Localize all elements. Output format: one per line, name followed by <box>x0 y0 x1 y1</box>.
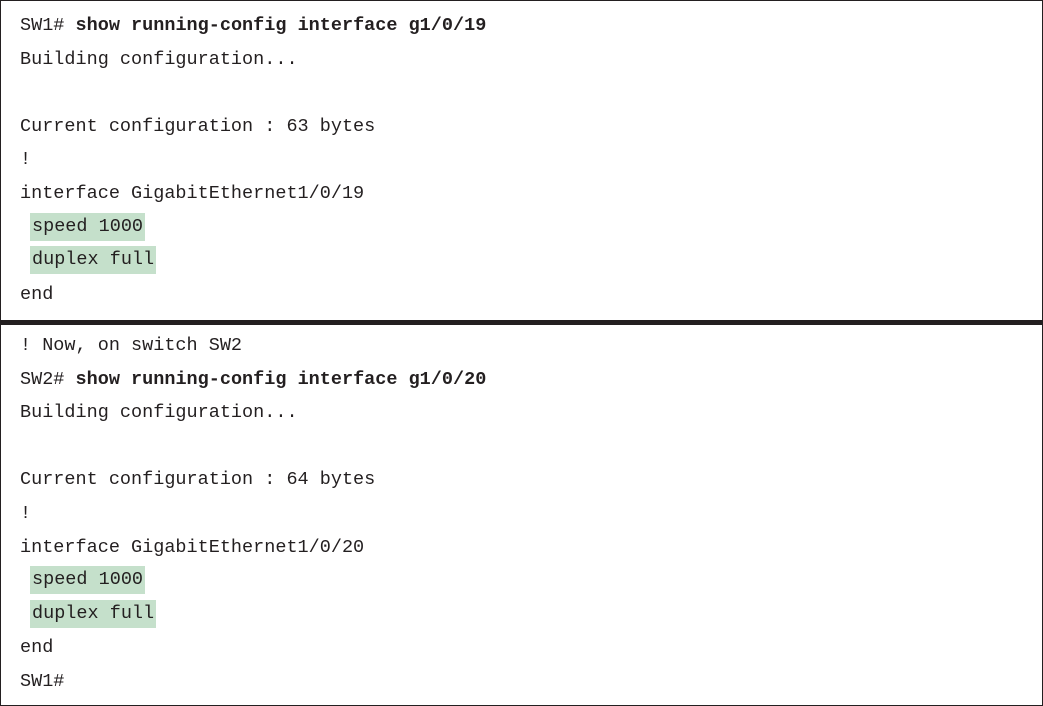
sw1-blank-line <box>20 76 1041 110</box>
sw2-speed-line: speed 1000 <box>20 564 1041 598</box>
sw1-duplex-highlight: duplex full <box>30 246 157 275</box>
sw1-end-line: end <box>20 283 54 305</box>
cli-output-frame: SW1# show running-config interface g1/0/… <box>0 0 1043 706</box>
sw2-command-line: SW2# show running-config interface g1/0/… <box>20 363 1041 397</box>
sw1-output-panel: SW1# show running-config interface g1/0/… <box>2 2 1041 320</box>
sw2-current-config-line: Current configuration : 64 bytes <box>20 469 376 491</box>
sw2-command: show running-config interface g1/0/20 <box>75 368 487 390</box>
sw2-duplex-line: duplex full <box>20 598 1041 632</box>
sw1-current-config-line: Current configuration : 63 bytes <box>20 115 376 137</box>
sw2-speed-highlight: speed 1000 <box>30 566 146 595</box>
sw2-bang-line: ! <box>20 502 32 524</box>
sw1-speed-highlight: speed 1000 <box>30 212 146 241</box>
sw1-prompt: SW1# <box>20 15 65 36</box>
sw2-comment-line: ! Now, on switch SW2 <box>20 335 243 356</box>
sw2-prompt: SW2# <box>20 368 65 390</box>
sw2-end-line: end <box>20 637 54 659</box>
sw2-blank-line <box>20 430 1041 464</box>
sw2-building-line: Building configuration... <box>20 402 298 424</box>
sw1-command: show running-config interface g1/0/19 <box>75 15 487 36</box>
final-prompt-line: SW1# <box>20 670 65 692</box>
sw1-speed-line: speed 1000 <box>20 211 1041 245</box>
sw1-interface-line: interface GigabitEthernet1/0/19 <box>20 182 365 204</box>
sw1-bang-line: ! <box>20 149 32 171</box>
sw1-command-line: SW1# show running-config interface g1/0/… <box>20 9 1041 43</box>
sw2-interface-line: interface GigabitEthernet1/0/20 <box>20 536 365 558</box>
sw1-duplex-line: duplex full <box>20 244 1041 278</box>
sw2-output-panel: ! Now, on switch SW2 SW2# show running-c… <box>2 325 1041 705</box>
sw2-duplex-highlight: duplex full <box>30 599 157 628</box>
sw1-building-line: Building configuration... <box>20 48 298 70</box>
